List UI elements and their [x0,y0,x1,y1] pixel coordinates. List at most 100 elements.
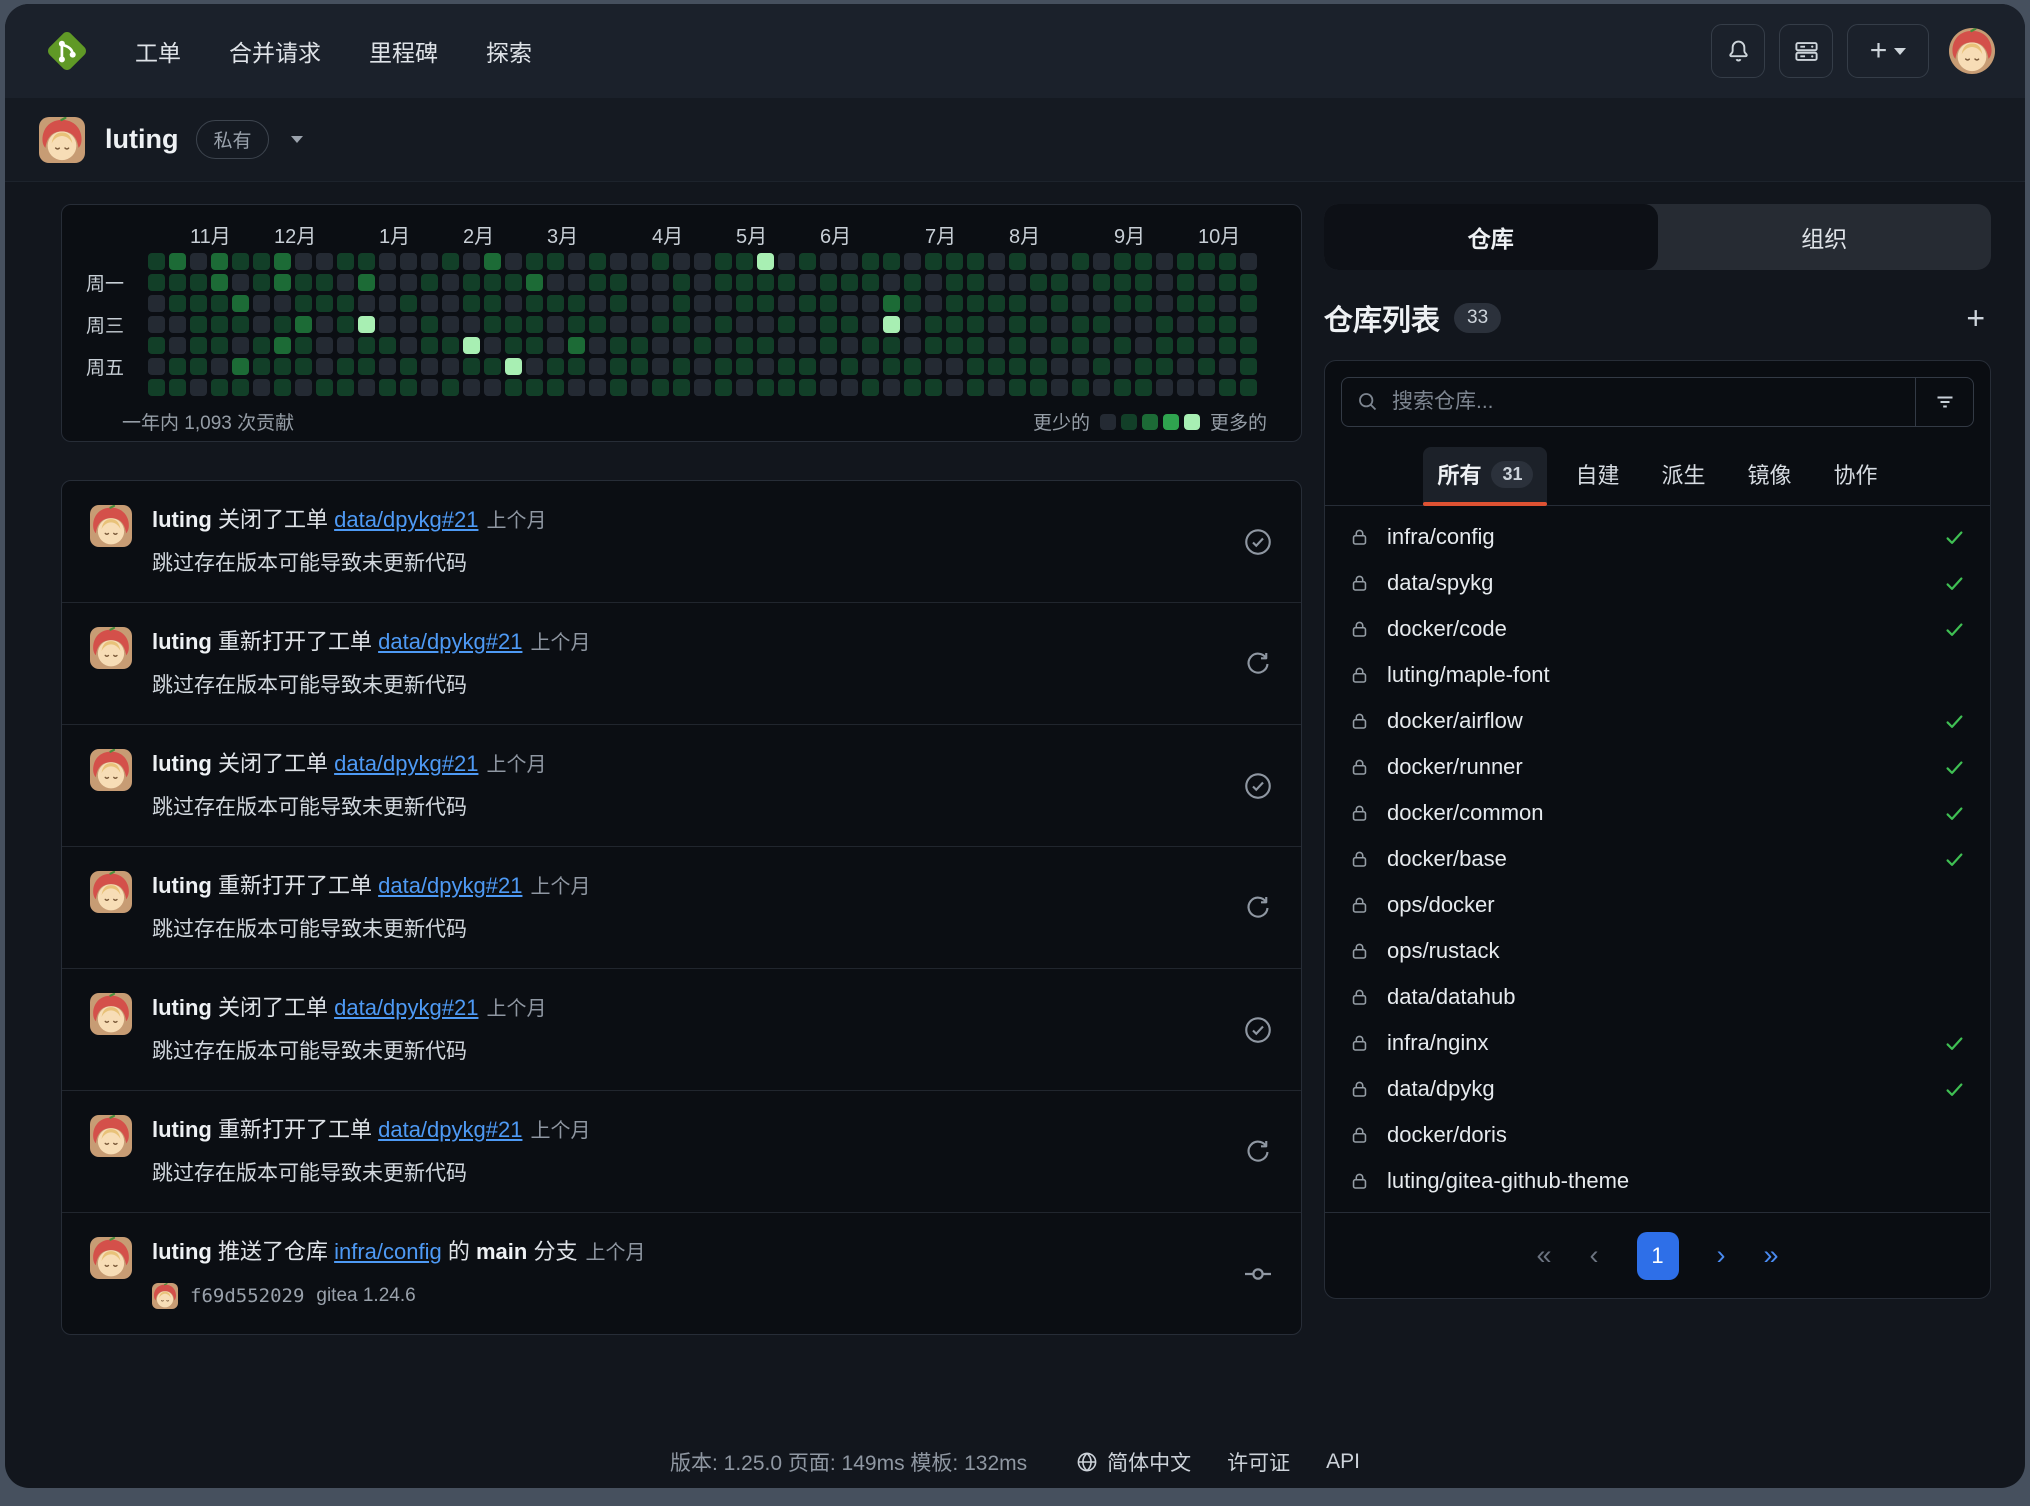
create-new-button[interactable]: + [1847,24,1929,78]
feed-item-title: luting 推送了仓库 infra/config 的 main 分支上个月 [152,1237,1219,1268]
repo-filter-label: 镜像 [1748,458,1792,490]
nav-link-milestones[interactable]: 里程碑 [369,34,438,68]
repo-list-item[interactable]: data/spykg [1335,560,1980,606]
panel-tab-organizations[interactable]: 组织 [1658,204,1992,270]
feed-timestamp: 上个月 [530,632,590,654]
heatmap-cell [778,295,795,312]
heatmap-cell [316,358,333,375]
repo-filter-button[interactable] [1915,378,1973,426]
heatmap-cell [568,316,585,333]
footer-licenses-link[interactable]: 许可证 [1227,1447,1290,1477]
navbar-right: + [1711,24,1995,78]
feed-actor-link[interactable]: luting [152,995,212,1020]
heatmap-cell [862,337,879,354]
feed-target-link[interactable]: infra/config [334,1239,442,1264]
repo-list-item[interactable]: infra/config [1335,514,1980,560]
repo-list-item[interactable]: ops/rustack [1335,928,1980,974]
heatmap-cell [211,316,228,333]
heatmap-cell [169,253,186,270]
feed-actor-link[interactable]: luting [152,873,212,898]
nav-link-issues[interactable]: 工单 [135,34,181,68]
pagination-prev: ‹ [1590,1240,1599,1271]
heatmap-cell [421,379,438,396]
footer-language-menu[interactable]: 简体中文 [1075,1447,1191,1477]
repo-list-item[interactable]: docker/runner [1335,744,1980,790]
repo-list-item[interactable]: docker/code [1335,606,1980,652]
feed-actor-link[interactable]: luting [152,1239,212,1264]
repo-name: data/spykg [1387,570,1493,596]
feed-actor-link[interactable]: luting [152,751,212,776]
issue-closed-icon [1243,527,1273,557]
chevron-down-icon [1894,48,1906,55]
admin-panel-button[interactable] [1779,24,1833,78]
profile-avatar [39,117,85,163]
pagination-next[interactable]: › [1717,1240,1726,1271]
feed-actor-link[interactable]: luting [152,1117,212,1142]
heatmap-cell [337,358,354,375]
notifications-button[interactable] [1711,24,1765,78]
repo-filter-tab[interactable]: 镜像 [1734,447,1806,505]
feed-target-link[interactable]: data/dpykg#21 [378,629,522,654]
feed-target-link[interactable]: data/dpykg#21 [378,1117,522,1142]
heatmap-cell [148,316,165,333]
heatmap-cell [1030,295,1047,312]
footer-api-link[interactable]: API [1326,1450,1360,1474]
repo-list-item[interactable]: ops/docker [1335,882,1980,928]
repo-name: docker/doris [1387,1122,1507,1148]
gitea-logo-icon[interactable] [43,27,91,75]
heatmap-cell [442,358,459,375]
repo-list-item[interactable]: docker/base [1335,836,1980,882]
heatmap-cell [274,358,291,375]
repo-filter-tab[interactable]: 派生 [1648,447,1720,505]
heatmap-cell [505,358,522,375]
repo-list-item[interactable]: docker/airflow [1335,698,1980,744]
pagination-page-1[interactable]: 1 [1637,1232,1679,1280]
heatmap-cell [526,316,543,333]
repo-list-item[interactable]: luting/gitea-github-theme [1335,1158,1980,1204]
heatmap-cell [316,337,333,354]
heatmap-cell [526,358,543,375]
repo-name: docker/base [1387,846,1507,872]
feed-target-link[interactable]: data/dpykg#21 [334,751,478,776]
pagination-last[interactable]: » [1764,1240,1779,1271]
feed-avatar [90,627,132,669]
repo-filter-tab[interactable]: 所有31 [1423,447,1547,505]
heatmap-cell [211,253,228,270]
repo-list-item[interactable]: docker/common [1335,790,1980,836]
repo-filter-tab[interactable]: 协作 [1820,447,1892,505]
repo-list-item[interactable]: infra/nginx [1335,1020,1980,1066]
issue-reopened-icon [1243,893,1273,923]
heatmap-cell [274,379,291,396]
contribution-heatmap-card: 11月12月1月2月3月4月5月6月7月8月9月10月周一周三周五 一年内 1,… [61,204,1302,442]
repo-filter-tab[interactable]: 自建 [1561,447,1633,505]
repo-list-item[interactable]: data/datahub [1335,974,1980,1020]
feed-item: luting 关闭了工单 data/dpykg#21上个月跳过存在版本可能导致未… [62,724,1301,846]
feed-actor-link[interactable]: luting [152,507,212,532]
panel-tab-repositories[interactable]: 仓库 [1324,204,1658,270]
repo-search-input[interactable] [1392,390,1915,414]
repo-list-item[interactable]: luting/maple-font [1335,652,1980,698]
heatmap-cell [820,253,837,270]
heatmap-cell [1072,358,1089,375]
heatmap-month-label: 10月 [1198,220,1277,249]
lock-icon [1349,849,1370,870]
heatmap-cell [925,337,942,354]
new-repo-button[interactable]: + [1960,302,1991,334]
feed-target-link[interactable]: data/dpykg#21 [334,995,478,1020]
user-menu-avatar[interactable] [1949,28,1995,74]
profile-chevron-down-icon[interactable] [291,136,303,143]
repo-list-item[interactable]: docker/doris [1335,1112,1980,1158]
feed-target-link[interactable]: data/dpykg#21 [378,873,522,898]
heatmap-cell [904,295,921,312]
nav-link-merge-requests[interactable]: 合并请求 [229,34,321,68]
heatmap-cell [379,337,396,354]
heatmap-cell [547,274,564,291]
repo-list-item[interactable]: data/dpykg [1335,1066,1980,1112]
feed-target-link[interactable]: data/dpykg#21 [334,507,478,532]
heatmap-cell [799,295,816,312]
heatmap-month-label: 3月 [547,220,648,249]
commit-hash-link[interactable]: f69d552029 [190,1285,304,1307]
feed-actor-link[interactable]: luting [152,629,212,654]
heatmap-cell [1093,295,1110,312]
nav-link-explore[interactable]: 探索 [486,34,532,68]
